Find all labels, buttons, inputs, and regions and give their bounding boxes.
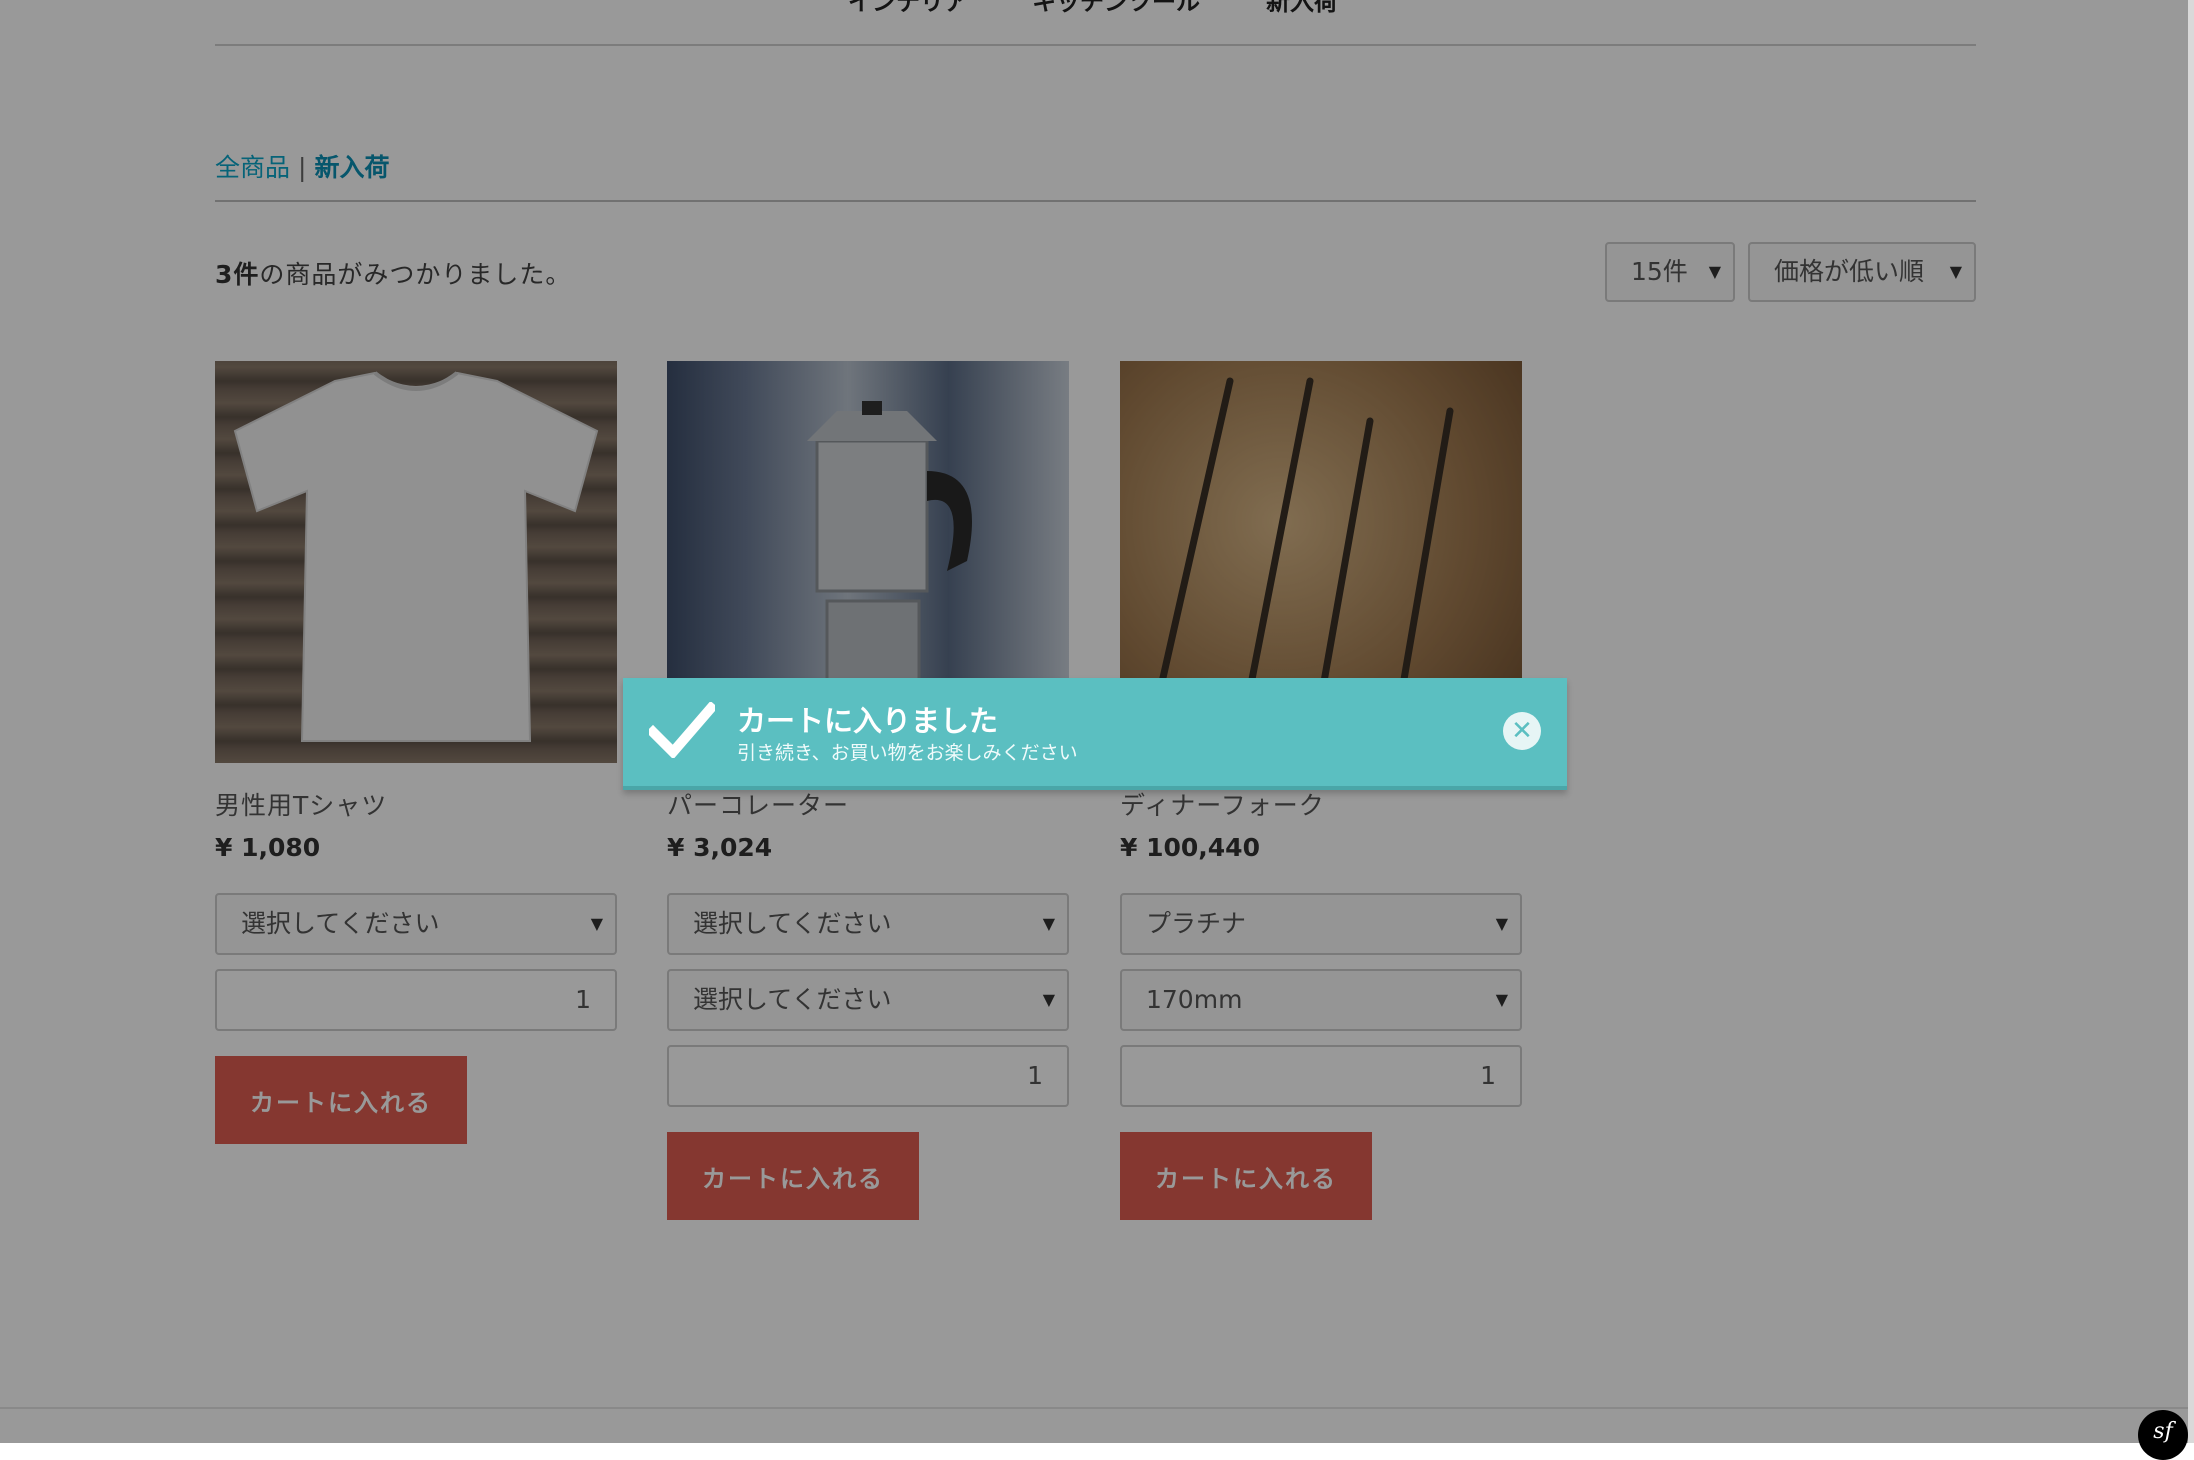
scrollbar[interactable] bbox=[2188, 0, 2194, 1443]
check-icon bbox=[649, 702, 715, 758]
modal-title: カートに入りました bbox=[737, 704, 999, 738]
close-icon[interactable]: ✕ bbox=[1503, 712, 1541, 750]
page: インテリア キッチンツール 新入荷 全商品 | 新入荷 3件の商品がみつかりました。… bbox=[0, 0, 2194, 1460]
cart-added-modal: カートに入りました 引き続き、お買い物をお楽しみください ✕ bbox=[623, 678, 1567, 790]
modal-subtitle: 引き続き、お買い物をお楽しみください bbox=[737, 742, 1078, 764]
symfony-badge-icon[interactable]: sf bbox=[2138, 1410, 2188, 1460]
